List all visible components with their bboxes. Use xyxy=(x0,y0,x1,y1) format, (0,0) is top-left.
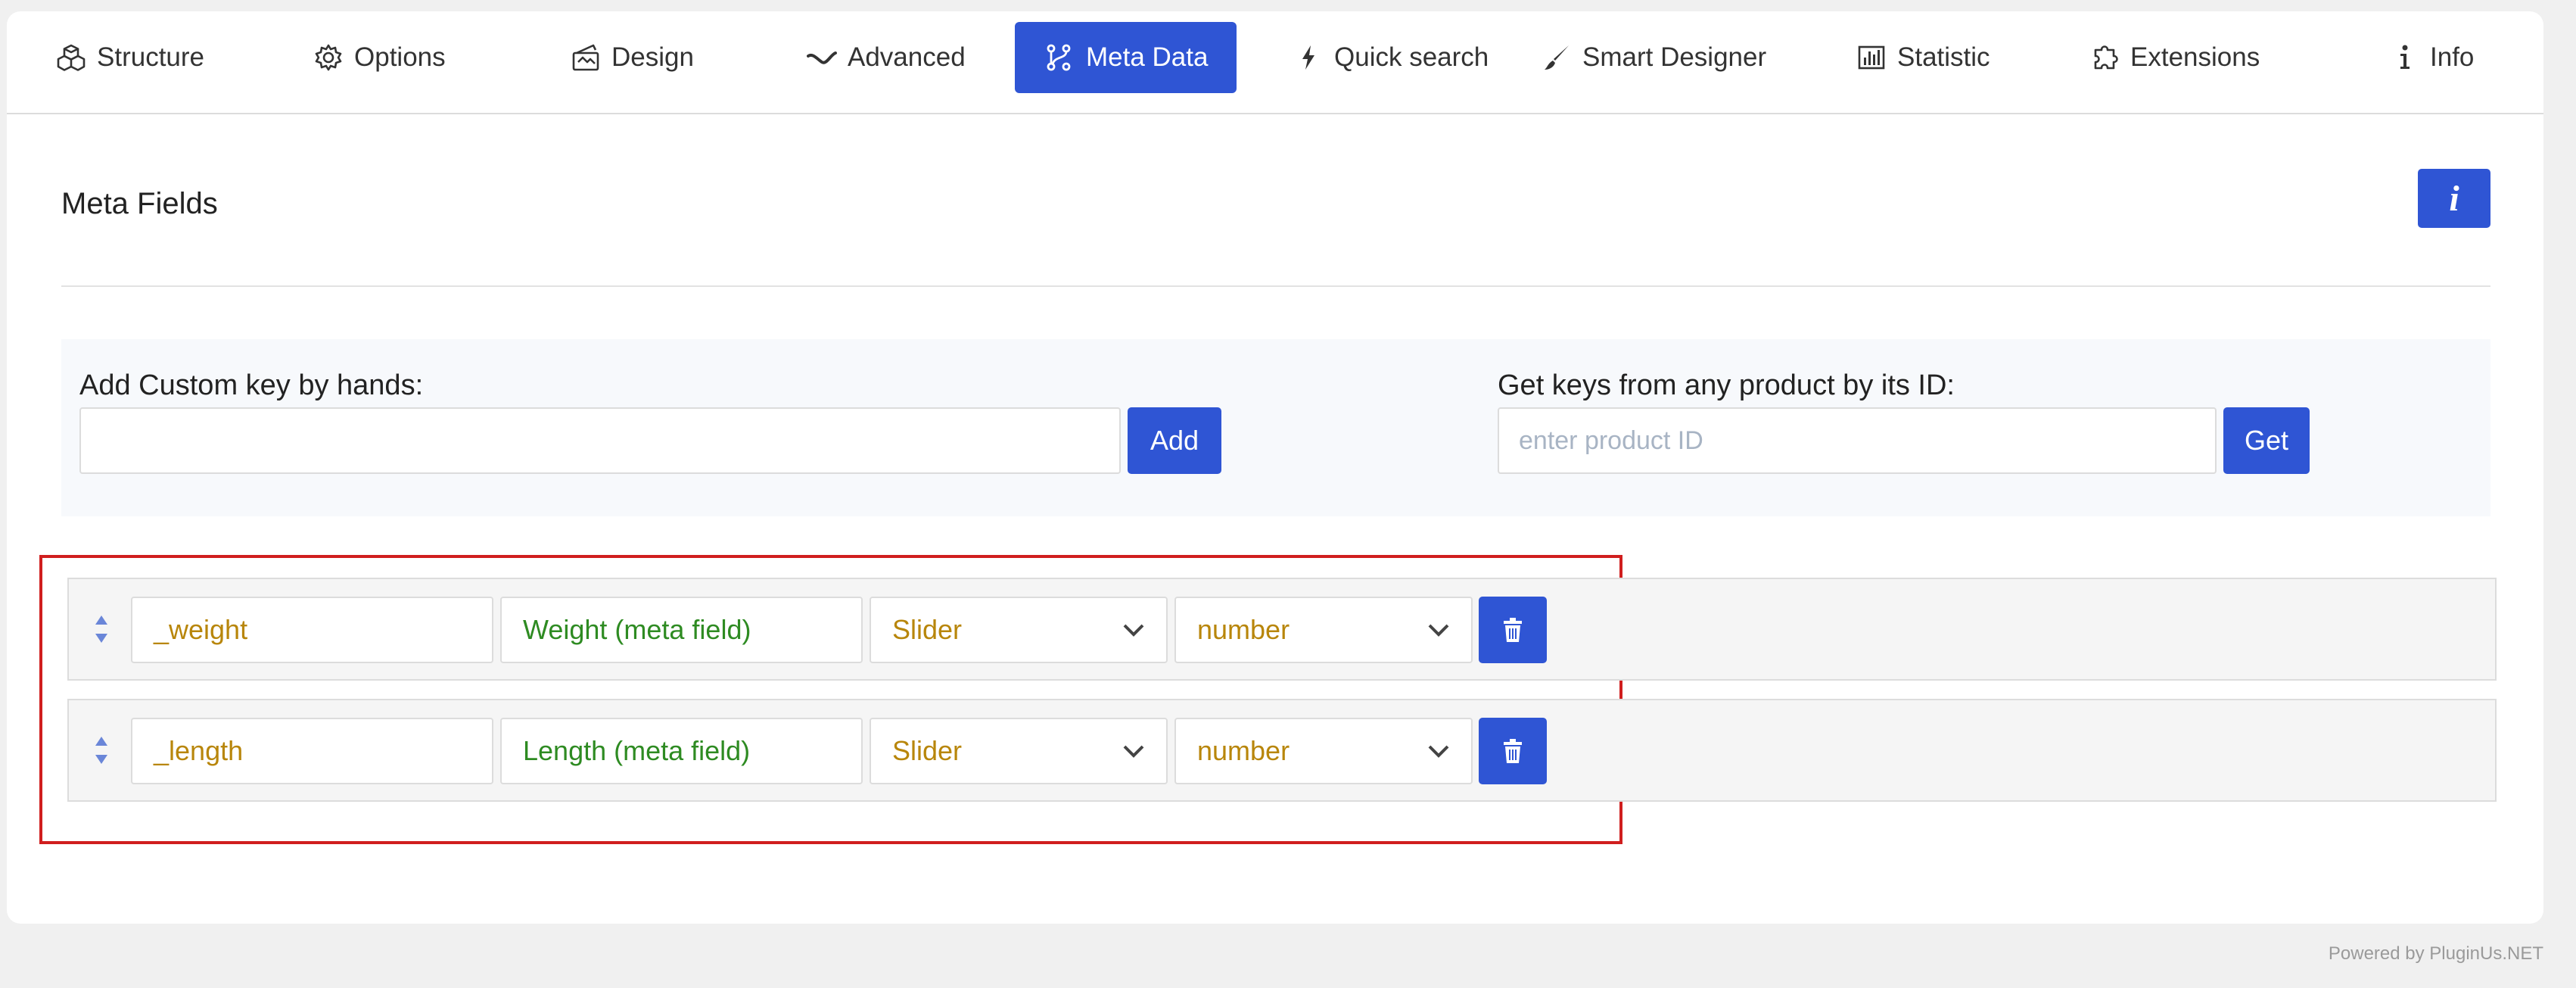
trash-icon xyxy=(1504,618,1522,642)
bolt-icon xyxy=(1293,42,1324,73)
wave-icon xyxy=(807,42,837,73)
data-type-select[interactable]: number xyxy=(1174,597,1473,663)
view-type-select[interactable]: Slider xyxy=(870,597,1168,663)
tab-label: Statistic xyxy=(1897,42,1990,72)
bar-chart-icon xyxy=(1856,42,1887,73)
product-id-input[interactable] xyxy=(1498,407,2217,474)
drag-handle-icon[interactable] xyxy=(93,612,110,646)
trash-icon xyxy=(1504,739,1522,763)
tab-info[interactable]: Info xyxy=(2389,22,2474,93)
tab-advanced[interactable]: Advanced xyxy=(807,22,966,93)
tab-statistic[interactable]: Statistic xyxy=(1856,22,1990,93)
chevron-down-icon xyxy=(1123,745,1144,758)
info-icon: i xyxy=(2449,178,2459,219)
data-type-value: number xyxy=(1197,614,1290,645)
page-title: Meta Fields xyxy=(61,187,218,220)
custom-key-input[interactable] xyxy=(79,407,1121,474)
get-keys-button[interactable]: Get xyxy=(2223,407,2310,474)
meta-key-field[interactable]: _length xyxy=(131,718,493,784)
meta-title-field[interactable]: Weight (meta field) xyxy=(500,597,863,663)
tab-smart-designer[interactable]: Smart Designer xyxy=(1542,22,1766,93)
tab-label: Design xyxy=(611,42,694,72)
tab-label: Info xyxy=(2430,42,2475,72)
tab-label: Meta Data xyxy=(1086,42,1209,72)
view-type-value: Slider xyxy=(892,735,963,766)
tab-label: Structure xyxy=(97,42,204,72)
meta-title-field[interactable]: Length (meta field) xyxy=(500,718,863,784)
tab-label: Smart Designer xyxy=(1582,42,1767,72)
meta-key-field[interactable]: _weight xyxy=(131,597,493,663)
meta-title-value: Length (meta field) xyxy=(523,735,751,766)
info-icon xyxy=(2389,42,2419,73)
design-icon xyxy=(571,42,601,73)
tab-meta-data[interactable]: Meta Data xyxy=(1015,22,1237,93)
network-icon xyxy=(1044,42,1074,73)
data-type-value: number xyxy=(1197,735,1290,766)
tab-label: Advanced xyxy=(848,42,966,72)
meta-field-row: _length Length (meta field) Slider numbe… xyxy=(67,699,2497,802)
tab-quick-search[interactable]: Quick search xyxy=(1293,22,1489,93)
tab-design[interactable]: Design xyxy=(571,22,694,93)
puzzle-icon xyxy=(2089,42,2120,73)
tab-extensions[interactable]: Extensions xyxy=(2089,22,2260,93)
custom-key-label: Add Custom key by hands: xyxy=(79,369,424,401)
data-type-select[interactable]: number xyxy=(1174,718,1473,784)
meta-key-value: _weight xyxy=(154,614,248,645)
chevron-down-icon xyxy=(1428,745,1449,758)
tab-options[interactable]: Options xyxy=(313,22,446,93)
cubes-icon xyxy=(56,42,86,73)
view-type-select[interactable]: Slider xyxy=(870,718,1168,784)
product-id-label: Get keys from any product by its ID: xyxy=(1498,369,1955,401)
add-keys-panel: Add Custom key by hands: Add Get keys fr… xyxy=(61,339,2490,516)
meta-title-value: Weight (meta field) xyxy=(523,614,751,645)
delete-button[interactable] xyxy=(1479,718,1547,784)
tab-label: Options xyxy=(354,42,446,72)
meta-key-value: _length xyxy=(154,735,244,766)
chevron-down-icon xyxy=(1123,624,1144,637)
tab-structure[interactable]: Structure xyxy=(56,22,204,93)
brush-icon xyxy=(1542,42,1572,73)
meta-field-row: _weight Weight (meta field) Slider numbe… xyxy=(67,578,2497,681)
divider xyxy=(61,285,2490,287)
add-key-button[interactable]: Add xyxy=(1128,407,1221,474)
main-panel: Structure Options Design Advanced Meta D… xyxy=(7,11,2543,924)
tab-bar: Structure Options Design Advanced Meta D… xyxy=(7,11,2543,114)
drag-handle-icon[interactable] xyxy=(93,734,110,767)
tab-label: Extensions xyxy=(2130,42,2260,72)
chevron-down-icon xyxy=(1428,624,1449,637)
powered-by: Powered by PluginUs.NET xyxy=(2328,943,2543,964)
delete-button[interactable] xyxy=(1479,597,1547,663)
info-button[interactable]: i xyxy=(2418,169,2490,228)
view-type-value: Slider xyxy=(892,614,963,645)
gear-icon xyxy=(313,42,344,73)
tab-label: Quick search xyxy=(1334,42,1489,72)
